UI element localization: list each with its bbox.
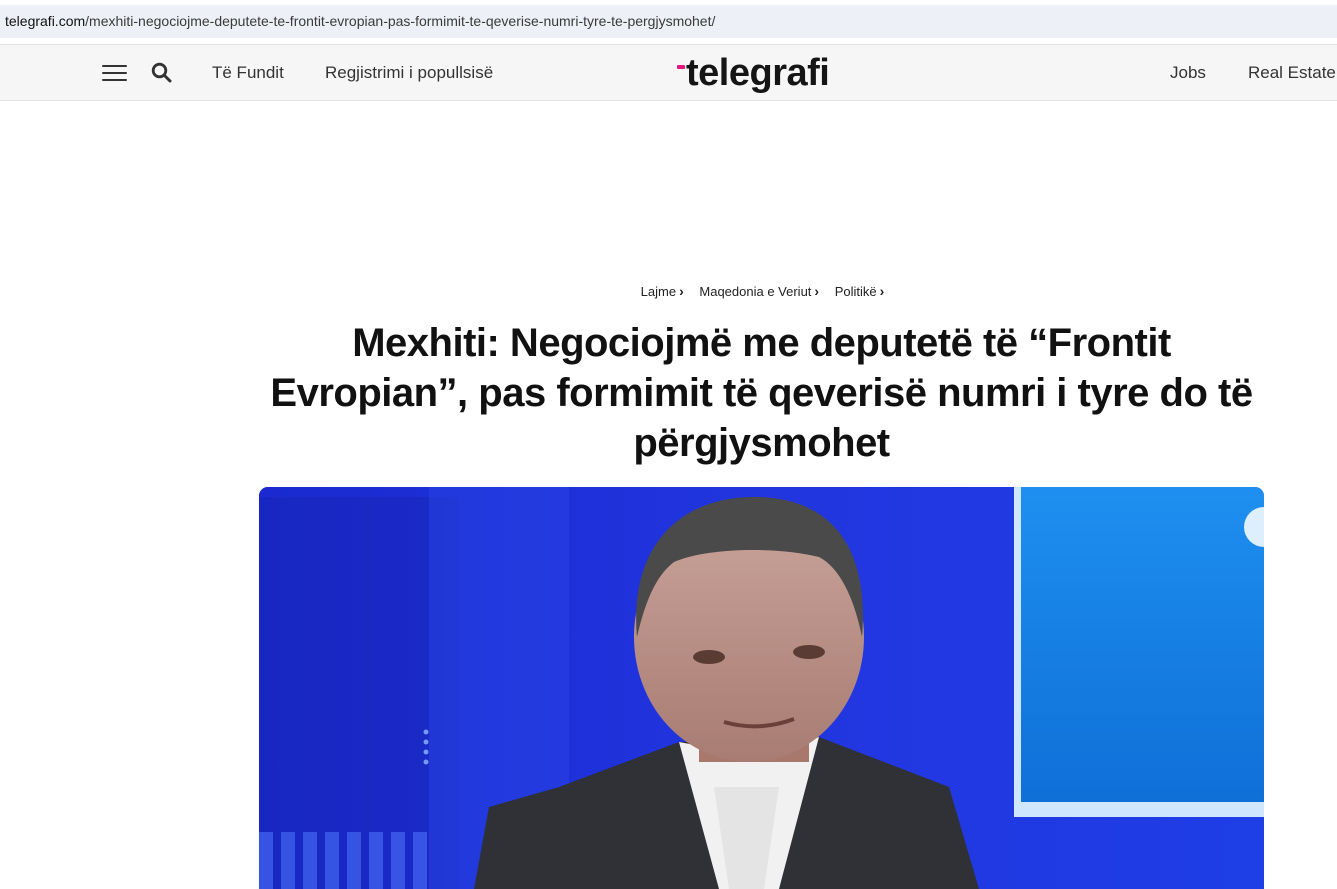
article-hero-image	[259, 487, 1264, 889]
chevron-right-icon: ›	[679, 283, 684, 299]
nav-link-jobs[interactable]: Jobs	[1170, 45, 1206, 100]
breadcrumb-label: Politikë	[834, 284, 877, 299]
chevron-right-icon: ›	[879, 283, 885, 299]
logo-text: telegrafi	[686, 52, 830, 94]
breadcrumb-label: Lajme	[640, 284, 677, 299]
breadcrumb: Lajme › Maqedonia e Veriut › Politikë ›	[0, 283, 1337, 299]
url-path: /mexhiti-negociojme-deputete-te-frontit-…	[85, 13, 716, 29]
breadcrumb-item[interactable]: Maqedonia e Veriut ›	[699, 283, 819, 299]
search-icon[interactable]	[150, 61, 174, 85]
breadcrumb-label: Maqedonia e Veriut	[699, 284, 812, 299]
logo-accent-mark	[677, 65, 685, 69]
breadcrumb-item[interactable]: Politikë ›	[835, 283, 885, 299]
nav-link-census[interactable]: Regjistrimi i popullsisë	[325, 45, 493, 100]
nav-link-latest[interactable]: Të Fundit	[212, 45, 284, 100]
article-title: Mexhiti: Negociojmë me deputetë të “Fron…	[270, 321, 1253, 465]
breadcrumb-item[interactable]: Lajme ›	[641, 283, 684, 299]
nav-link-real-estate[interactable]: Real Estate	[1248, 45, 1336, 100]
address-bar[interactable]: telegrafi.com/mexhiti-negociojme-deputet…	[0, 5, 1337, 38]
url-domain: telegrafi.com	[5, 13, 86, 29]
chevron-right-icon: ›	[814, 283, 820, 299]
menu-icon[interactable]	[102, 64, 127, 82]
site-logo[interactable]: telegrafi	[677, 51, 830, 95]
site-header: Të Fundit Regjistrimi i popullsisë teleg…	[0, 44, 1337, 101]
